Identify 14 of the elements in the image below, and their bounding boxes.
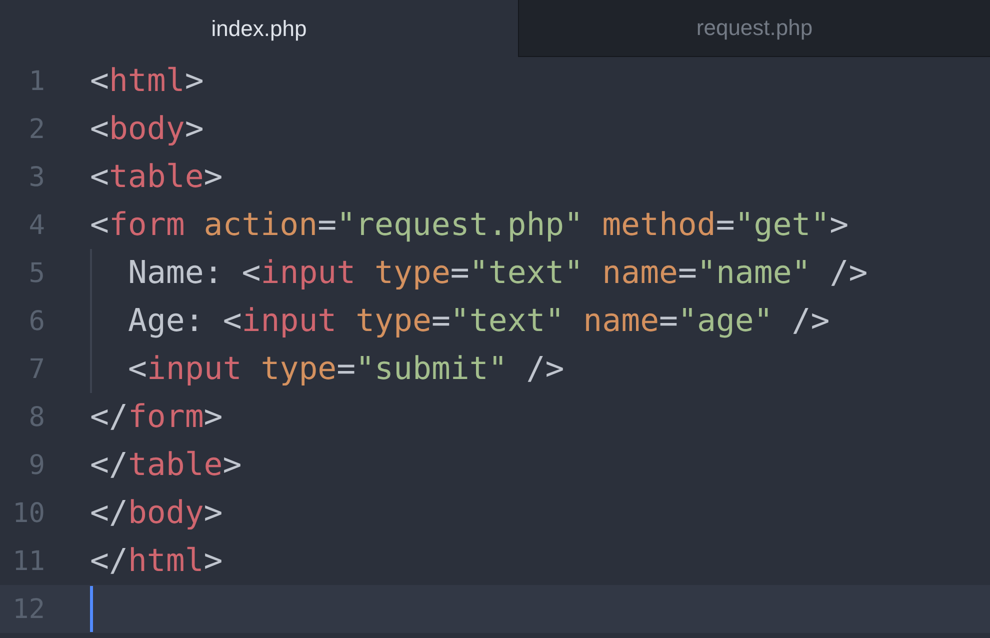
code-line: </form> — [90, 398, 223, 437]
code-line: <form action="request.php" method="get"> — [90, 206, 849, 245]
code-line: Age: <input type="text" name="age" /> — [128, 302, 830, 341]
text-cursor — [90, 586, 93, 632]
code-line: <table> — [90, 158, 223, 197]
code-line: </table> — [90, 446, 242, 485]
code-line: <html> — [90, 62, 204, 101]
code-line: </body> — [90, 494, 223, 533]
code-line: Name: <input type="text" name="name" /> — [128, 254, 868, 293]
code-line: </html> — [90, 542, 223, 581]
code-line: <body> — [90, 110, 204, 149]
file-tab[interactable]: index.php — [0, 0, 518, 57]
code-line: <input type="submit" /> — [128, 350, 564, 389]
file-tab[interactable]: request.php — [518, 0, 990, 57]
